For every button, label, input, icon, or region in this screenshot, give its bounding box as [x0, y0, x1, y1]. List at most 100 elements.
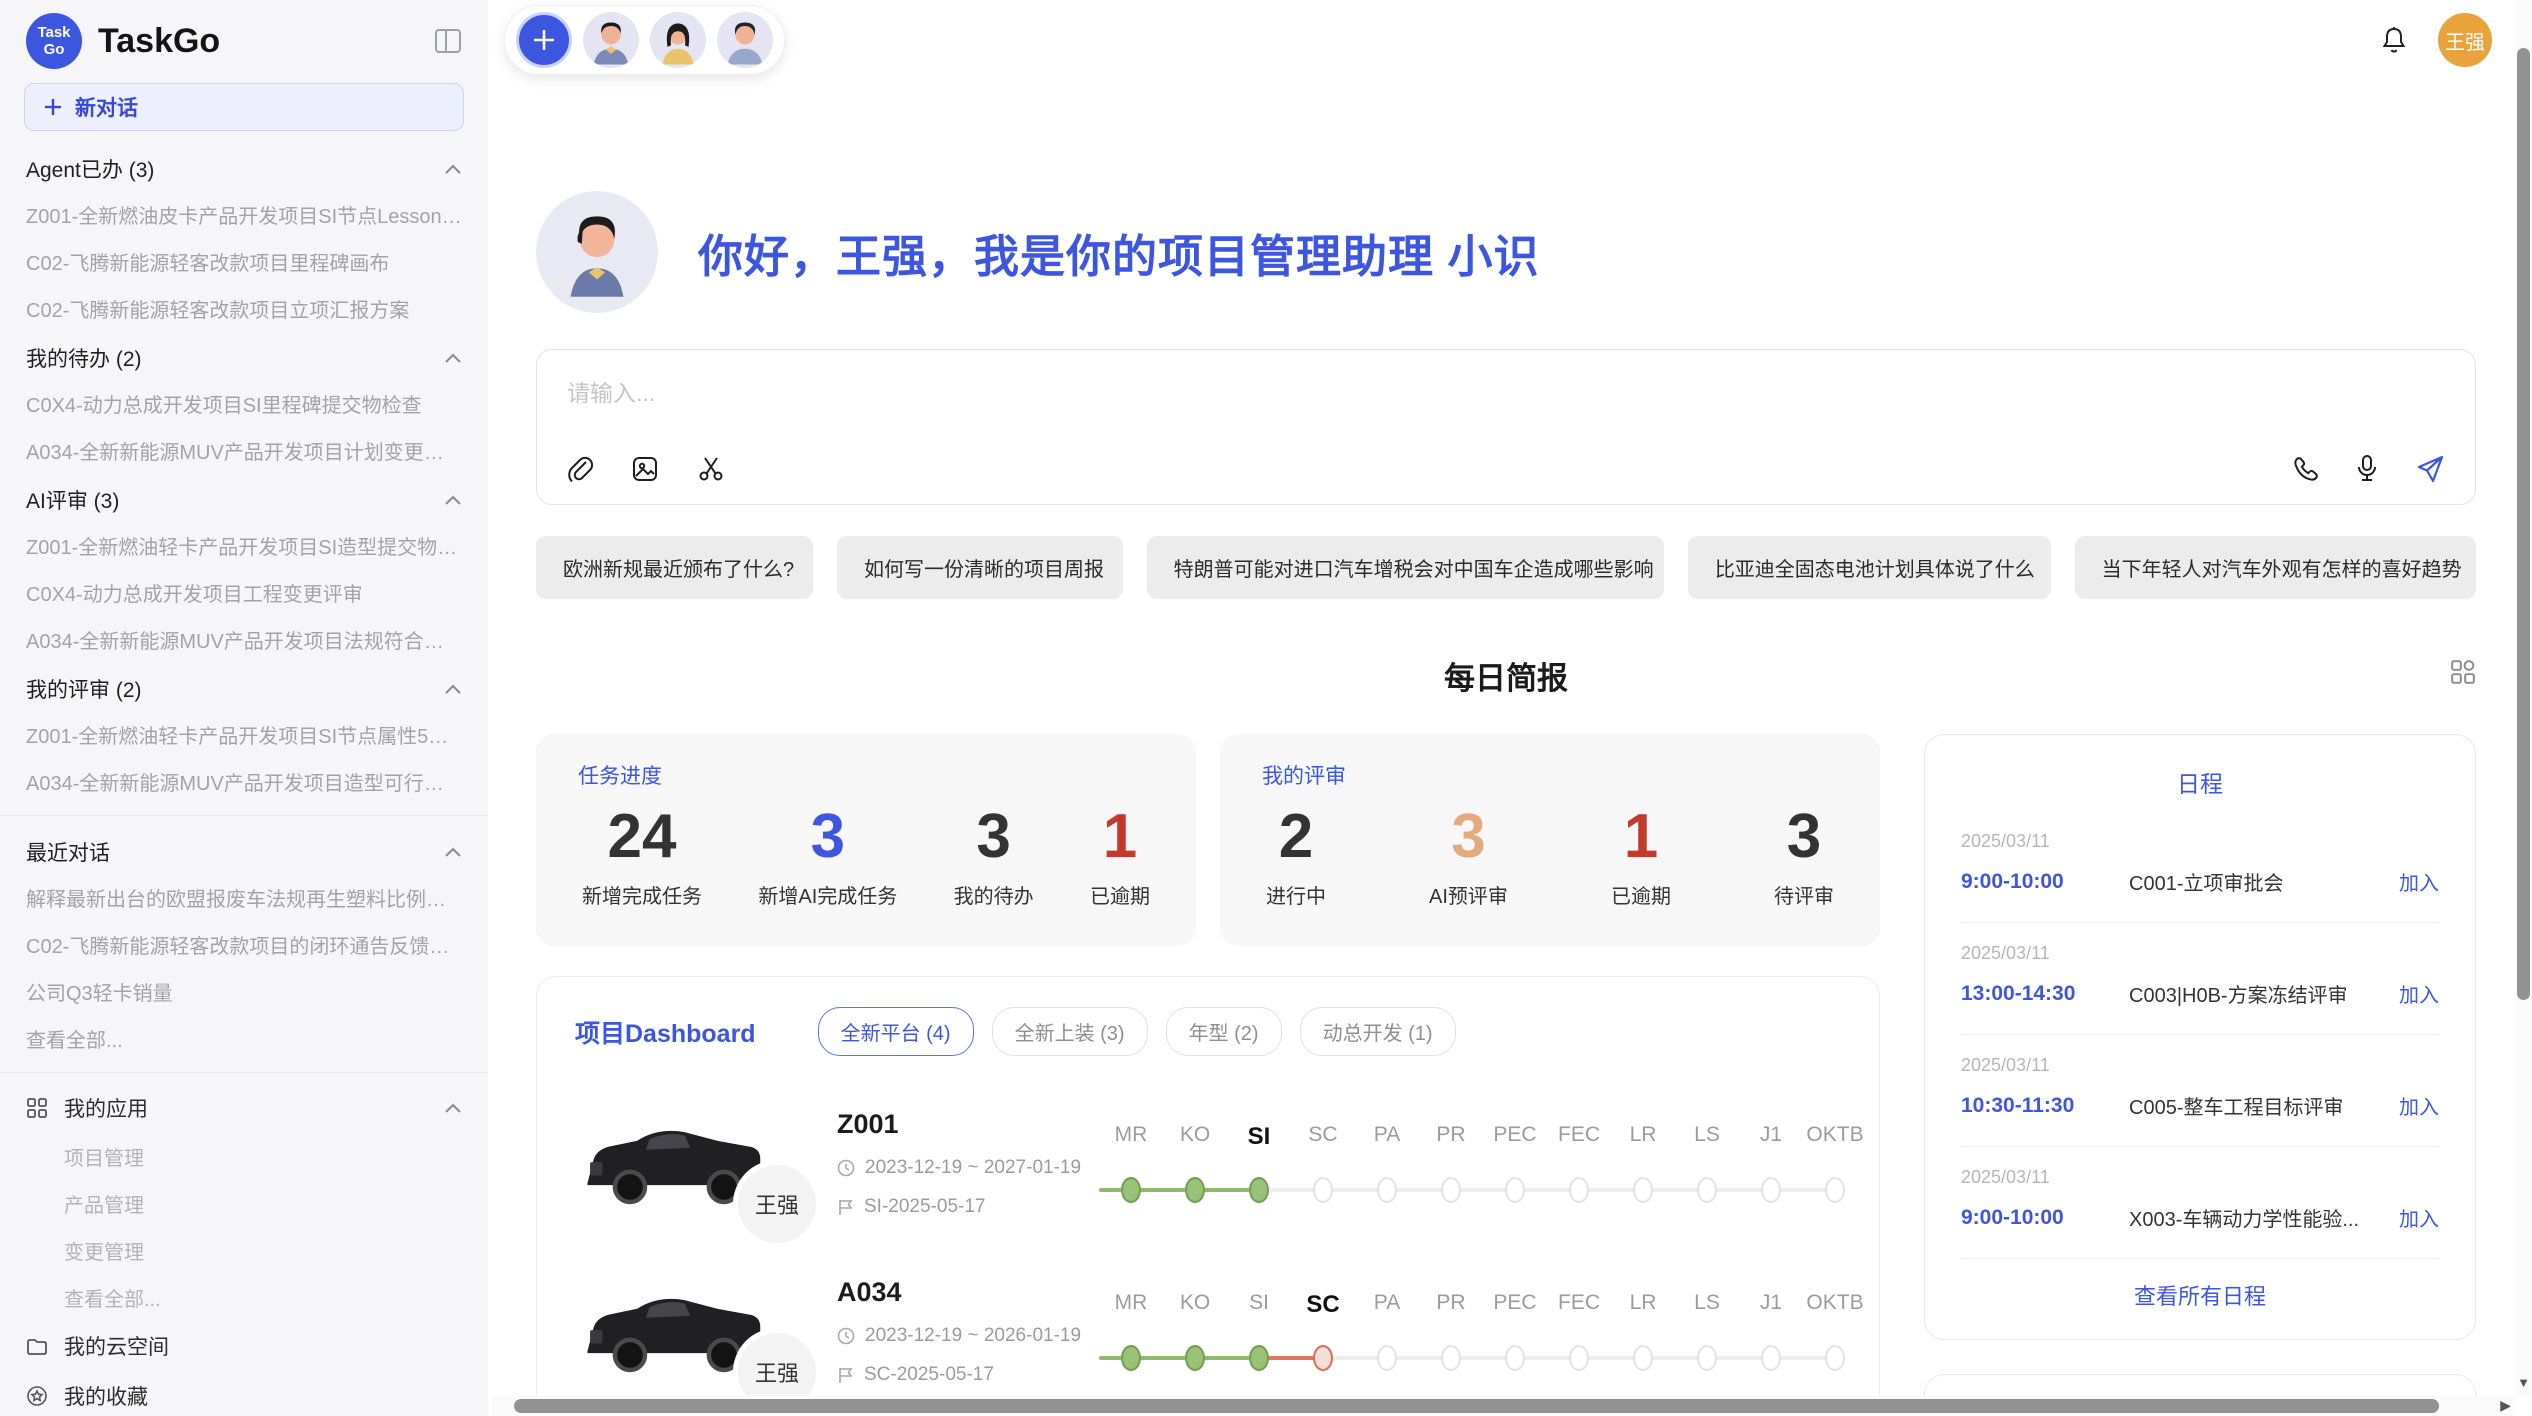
- sidebar-task-item[interactable]: C02-飞腾新能源轻客改款项目里程碑画布: [0, 238, 488, 285]
- sidebar-task-item[interactable]: A034-全新新能源MUV产品开发项目造型可行性评审: [0, 758, 488, 805]
- chat-input-box[interactable]: 请输入...: [536, 349, 2476, 505]
- milestone-dot-pending: [1377, 1177, 1397, 1203]
- sidebar-task-item[interactable]: C0X4-动力总成开发项目工程变更评审: [0, 569, 488, 616]
- milestone-label-current: SC: [1306, 1291, 1339, 1323]
- sidebar-task-item[interactable]: C0X4-动力总成开发项目SI里程碑提交物检查: [0, 380, 488, 427]
- folder-icon: [26, 1336, 48, 1356]
- scissors-icon[interactable]: [697, 455, 725, 483]
- schedule-time: 10:30-11:30: [1961, 1094, 2129, 1118]
- suggestion-chip[interactable]: 如何写一份清晰的项目周报: [837, 536, 1123, 599]
- section-my-todo[interactable]: 我的待办 (2): [0, 332, 488, 380]
- sidebar-task-item[interactable]: Z001-全新燃油轻卡产品开发项目SI造型提交物评审: [0, 522, 488, 569]
- chevron-up-icon[interactable]: [444, 353, 462, 364]
- view-all-schedule-link[interactable]: 查看所有日程: [1961, 1259, 2439, 1325]
- apps-view-all[interactable]: 查看全部...: [0, 1274, 488, 1321]
- apps-grid-icon: [26, 1097, 48, 1119]
- milestone-dot-pending: [1441, 1345, 1461, 1371]
- join-link[interactable]: 加入: [2399, 1091, 2439, 1120]
- user-avatar[interactable]: 王强: [2438, 13, 2492, 67]
- my-cloud-space[interactable]: 我的云空间: [0, 1321, 488, 1371]
- stat-label: AI预评审: [1429, 880, 1508, 909]
- join-link[interactable]: 加入: [2399, 979, 2439, 1008]
- milestone-dot-pending: [1505, 1345, 1525, 1371]
- project-row-z001[interactable]: 王强 Z001 2023-12-19 ~ 2027-01-19: [575, 1102, 1841, 1224]
- task-progress-title: 任务进度: [578, 760, 1154, 790]
- microphone-icon[interactable]: [2355, 454, 2379, 484]
- project-flag-label: SC-2025-05-17: [864, 1364, 994, 1386]
- add-agent-button[interactable]: [516, 12, 572, 68]
- sidebar-collapse-icon[interactable]: [434, 28, 462, 54]
- section-my-review[interactable]: 我的评审 (2): [0, 663, 488, 711]
- milestone-label: SC: [1308, 1123, 1337, 1155]
- milestone-dot-pending: [1569, 1345, 1589, 1371]
- stat-new-completed: 24 新增完成任务: [582, 798, 702, 909]
- milestone-label: PEC: [1493, 1291, 1536, 1323]
- filter-powertrain[interactable]: 动总开发 (1): [1300, 1007, 1456, 1056]
- clock-icon: [837, 1159, 855, 1177]
- chevron-up-icon[interactable]: [444, 164, 462, 175]
- filter-new-platform[interactable]: 全新平台 (4): [818, 1007, 974, 1056]
- milestone-label: FEC: [1558, 1123, 1600, 1155]
- app-item-product-mgmt[interactable]: 产品管理: [0, 1180, 488, 1227]
- join-link[interactable]: 加入: [2399, 1203, 2439, 1232]
- filter-new-body[interactable]: 全新上装 (3): [992, 1007, 1148, 1056]
- project-flag: SI-2025-05-17: [837, 1196, 1099, 1218]
- agent-avatar-2[interactable]: [650, 12, 706, 68]
- my-apps[interactable]: 我的应用: [0, 1083, 488, 1133]
- section-agent-done[interactable]: Agent已办 (3): [0, 143, 488, 191]
- sidebar-divider: [0, 815, 488, 816]
- layout-grid-icon[interactable]: [2450, 659, 2476, 685]
- vertical-scrollbar-thumb[interactable]: [2517, 48, 2530, 1000]
- filter-model-year[interactable]: 年型 (2): [1166, 1007, 1282, 1056]
- horizontal-scrollbar[interactable]: ▶: [492, 1396, 2515, 1416]
- phone-icon[interactable]: [2291, 455, 2319, 483]
- recent-chat-item[interactable]: 解释最新出台的欧盟报废车法规再生塑料比例被调至15%...: [0, 874, 488, 921]
- stat-label: 新增完成任务: [582, 880, 702, 909]
- chevron-up-icon[interactable]: [444, 847, 462, 858]
- star-badge-icon: [26, 1385, 48, 1407]
- sidebar-task-item[interactable]: Z001-全新燃油轻卡产品开发项目SI节点属性5D文件评审: [0, 711, 488, 758]
- section-ai-review[interactable]: AI评审 (3): [0, 474, 488, 522]
- vertical-scrollbar[interactable]: ▼: [2515, 0, 2532, 1396]
- sidebar-task-item[interactable]: A034-全新新能源MUV产品开发项目计划变更表编写: [0, 427, 488, 474]
- schedule-time: 9:00-10:00: [1961, 1206, 2129, 1230]
- milestone-label: LS: [1694, 1123, 1720, 1155]
- stat-value: 24: [582, 798, 702, 876]
- join-link[interactable]: 加入: [2399, 867, 2439, 896]
- recent-chat-item[interactable]: C02-飞腾新能源轻客改款项目的闭环通告反馈情况: [0, 921, 488, 968]
- app-item-project-mgmt[interactable]: 项目管理: [0, 1133, 488, 1180]
- chevron-up-icon[interactable]: [444, 495, 462, 506]
- my-favorites[interactable]: 我的收藏: [0, 1371, 488, 1416]
- send-icon[interactable]: [2415, 454, 2445, 484]
- app-item-change-mgmt[interactable]: 变更管理: [0, 1227, 488, 1274]
- new-chat-button[interactable]: 新对话: [24, 83, 464, 131]
- agent-avatar-1[interactable]: [583, 12, 639, 68]
- schedule-title: 日程: [1961, 761, 2439, 811]
- sidebar-task-item[interactable]: A034-全新新能源MUV产品开发项目法规符合性评审: [0, 616, 488, 663]
- agent-avatar-3[interactable]: [717, 12, 773, 68]
- recent-chat-item[interactable]: 公司Q3轻卡销量: [0, 968, 488, 1015]
- section-recent-chats[interactable]: 最近对话: [0, 826, 488, 874]
- sidebar-task-item[interactable]: C02-飞腾新能源轻客改款项目立项汇报方案: [0, 285, 488, 332]
- attachment-icon[interactable]: [567, 455, 593, 483]
- section-title: 最近对话: [26, 837, 110, 867]
- schedule-item: 2025/03/11 9:00-10:00 X003-车辆动力学性能验... 加…: [1961, 1147, 2439, 1259]
- suggestion-chip[interactable]: 欧洲新规最近颁布了什么?: [536, 536, 813, 599]
- notification-bell-icon[interactable]: [2380, 25, 2408, 55]
- sidebar-task-item[interactable]: Z001-全新燃油皮卡产品开发项目SI节点Lesson Learn报告: [0, 191, 488, 238]
- schedule-time: 13:00-14:30: [1961, 982, 2129, 1006]
- project-row-a034[interactable]: 王强 A034 2023-12-19 ~ 2026-01-19: [575, 1270, 1841, 1392]
- stat-new-ai-completed: 3 新增AI完成任务: [758, 798, 897, 909]
- suggestion-chip[interactable]: 比亚迪全固态电池计划具体说了什么: [1688, 536, 2051, 599]
- owner-name: 王强: [755, 1356, 799, 1388]
- image-icon[interactable]: [631, 455, 659, 483]
- recent-chats-view-all[interactable]: 查看全部...: [0, 1015, 488, 1062]
- suggestion-chip[interactable]: 特朗普可能对进口汽车增税会对中国车企造成哪些影响: [1147, 536, 1664, 599]
- chevron-up-icon[interactable]: [444, 1103, 462, 1114]
- chevron-up-icon[interactable]: [444, 684, 462, 695]
- horizontal-scrollbar-thumb[interactable]: [514, 1399, 2439, 1413]
- milestone-dot-done: [1121, 1177, 1141, 1203]
- scroll-right-arrow-icon[interactable]: ▶: [2500, 1397, 2511, 1414]
- scroll-down-arrow-icon[interactable]: ▼: [2515, 1375, 2532, 1390]
- suggestion-chip[interactable]: 当下年轻人对汽车外观有怎样的喜好趋势: [2075, 536, 2476, 599]
